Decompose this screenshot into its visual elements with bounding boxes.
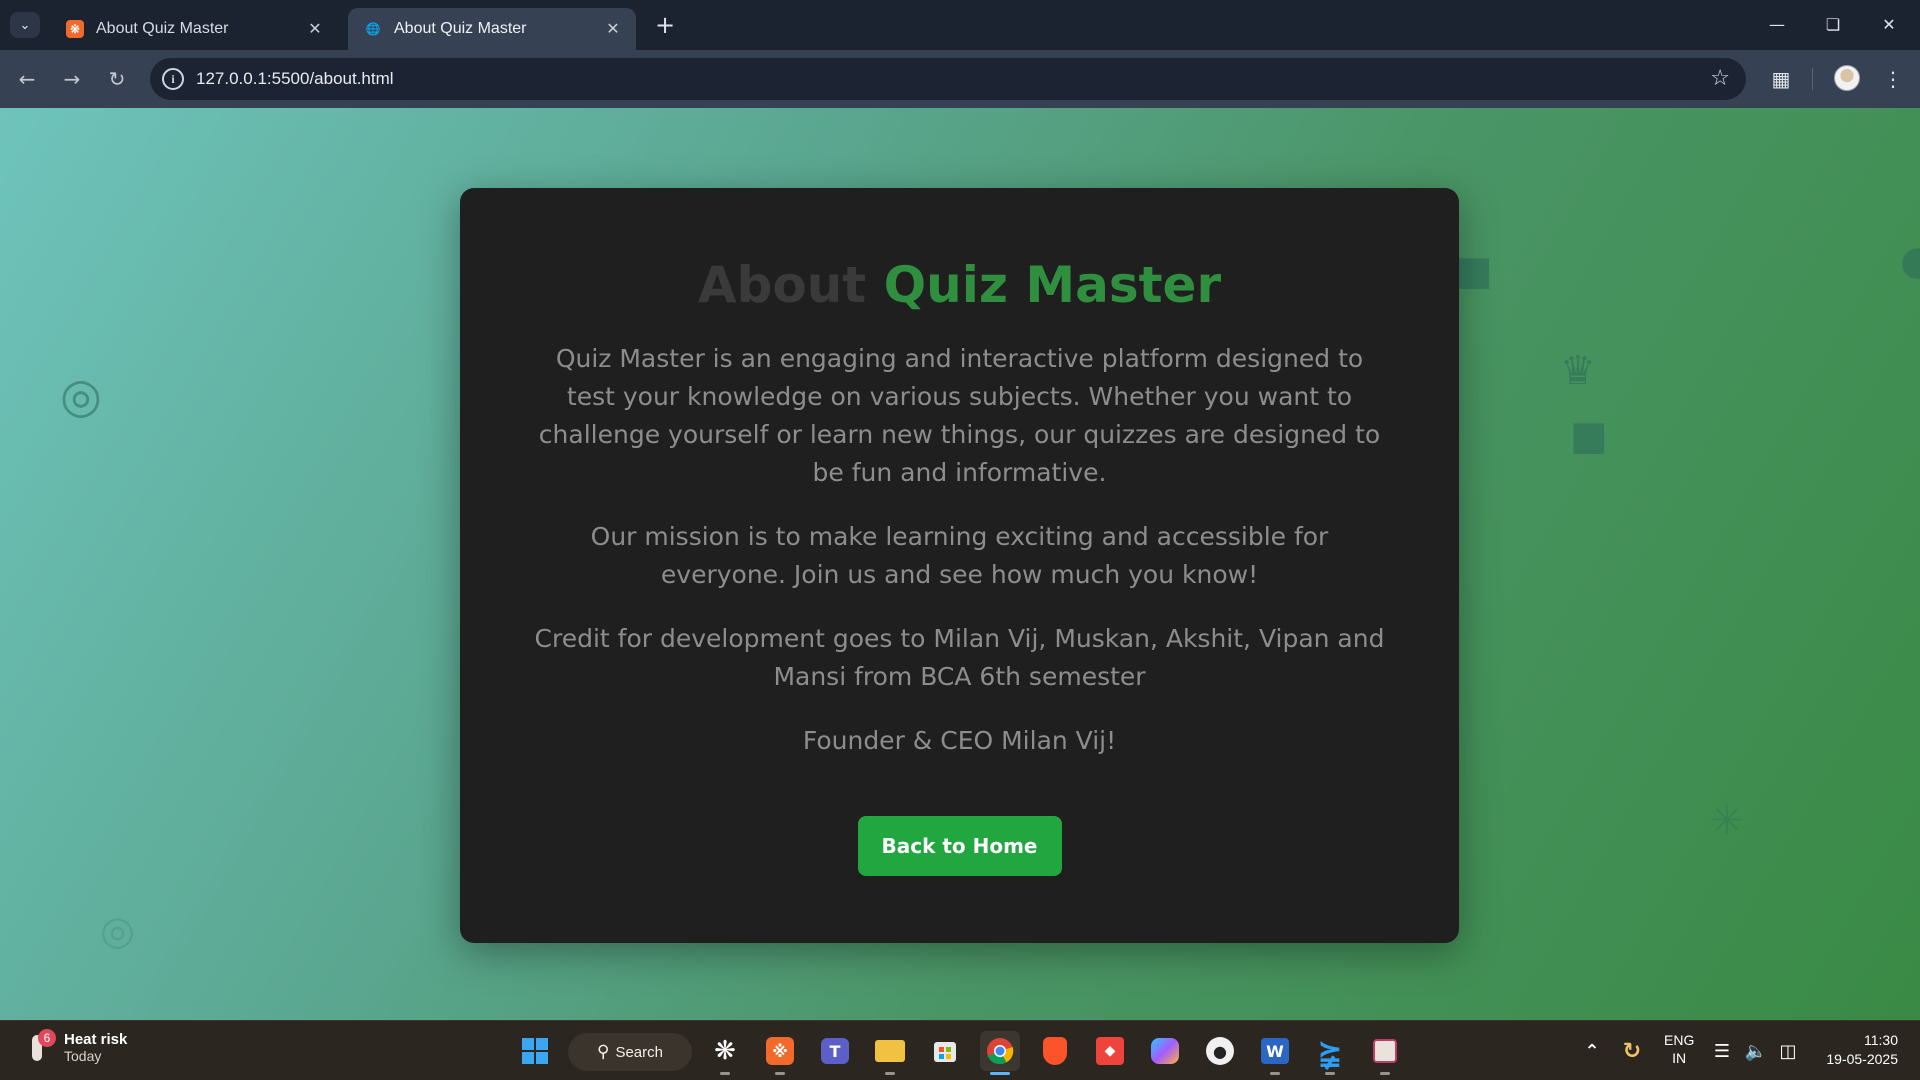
founder-paragraph: Founder & CEO Milan Vij! (802, 726, 1117, 755)
weather-widget[interactable]: 6 Heat risk Today (24, 1029, 127, 1065)
lang-line2: IN (1672, 1050, 1687, 1066)
back-arrow-icon[interactable]: ← (12, 64, 42, 94)
weather-subtitle: Today (64, 1047, 102, 1064)
page-background: ◎ ■ ♛ ■ ● ✳ ◎ About Quiz Master Quiz Mas… (0, 108, 1920, 1020)
forward-arrow-icon[interactable]: → (57, 64, 87, 94)
tab-title: About Quiz Master (394, 20, 527, 37)
party-popper-icon: ✳ (1710, 798, 1744, 844)
restore-icon[interactable]: ❏ (1810, 6, 1856, 42)
extensions-puzzle-icon[interactable]: ▦ (1766, 64, 1796, 94)
credits-paragraph: Credit for development goes to Milan Vij… (534, 624, 1385, 691)
speaker-muted-icon[interactable]: 🔈 (1740, 1031, 1772, 1071)
browser-toolbar: ← → ↻ i 127.0.0.1:5500/about.html ☆ ▦ (0, 50, 1920, 108)
mission-paragraph: Our mission is to make learning exciting… (590, 522, 1329, 589)
wifi-icon[interactable]: ☰ (1706, 1031, 1738, 1071)
chrome-icon[interactable] (980, 1031, 1020, 1075)
vscode-icon[interactable]: ⪶ (1310, 1031, 1350, 1075)
about-card: About Quiz Master Quiz Master is an enga… (460, 188, 1459, 943)
tab-search-chevron-down-icon[interactable]: ⌄ (10, 12, 40, 38)
minimize-icon[interactable]: — (1754, 6, 1800, 42)
lang-line1: ENG (1664, 1032, 1695, 1048)
github-icon[interactable]: ● (1200, 1031, 1240, 1071)
teams-icon[interactable]: T (815, 1031, 855, 1071)
books-icon: ■ (1570, 413, 1608, 459)
page-title: About Quiz Master (460, 256, 1459, 314)
battery-icon[interactable]: ◫ (1772, 1031, 1804, 1071)
target-icon: ◎ (100, 908, 135, 954)
toolbar-divider (1812, 68, 1813, 90)
browser-tab-1[interactable]: ※ About Quiz Master ✕ (50, 8, 338, 50)
globe-icon: 🌐 (365, 22, 381, 36)
target-icon: ◎ (60, 368, 102, 424)
taskbar-search-button[interactable]: ⚲ Search (568, 1033, 692, 1071)
new-tab-plus-icon[interactable]: + (650, 10, 680, 40)
copilot-icon[interactable] (1145, 1031, 1185, 1071)
windows-start-icon[interactable] (515, 1031, 555, 1071)
intro-paragraph: Quiz Master is an engaging and interacti… (538, 344, 1381, 487)
lightbulb-icon: ● (1900, 238, 1920, 284)
weather-title: Heat risk (64, 1030, 128, 1048)
clock-date: 19-05-2025 (1826, 1051, 1898, 1067)
input-language[interactable]: ENG IN (1664, 1031, 1694, 1067)
taskbar: 6 Heat risk Today ⚲ Search ❋ ※ T ◆ ● W ⪶… (0, 1020, 1920, 1080)
brave-icon[interactable] (1035, 1031, 1075, 1071)
microsoft-store-icon[interactable] (925, 1031, 965, 1071)
site-info-icon[interactable]: i (162, 68, 184, 90)
back-to-home-button[interactable]: Back to Home (857, 816, 1062, 876)
system-clock[interactable]: 11:30 19-05-2025 (1816, 1031, 1898, 1069)
word-icon[interactable]: W (1255, 1031, 1295, 1075)
window-close-icon[interactable]: ✕ (1866, 6, 1912, 42)
close-icon[interactable]: ✕ (304, 19, 326, 39)
close-icon[interactable]: ✕ (602, 19, 624, 39)
weather-badge: 6 (38, 1029, 56, 1047)
browser-tab-2[interactable]: 🌐 About Quiz Master ✕ (348, 8, 636, 50)
trophy-icon: ♛ (1560, 348, 1596, 394)
snipping-tool-icon[interactable] (1365, 1031, 1405, 1075)
url-text[interactable]: 127.0.0.1:5500/about.html (196, 69, 394, 89)
xampp-icon: ※ (66, 20, 84, 38)
search-icon: ⚲ (597, 1042, 610, 1061)
books-icon: ■ (1455, 248, 1493, 294)
chatgpt-icon[interactable]: ❋ (705, 1031, 745, 1075)
profile-avatar[interactable] (1834, 65, 1860, 91)
file-explorer-icon[interactable] (870, 1031, 910, 1075)
title-prefix: About (697, 256, 867, 314)
tab-title: About Quiz Master (96, 20, 229, 37)
browser-tab-bar: ⌄ ※ About Quiz Master ✕ 🌐 About Quiz Mas… (0, 0, 1920, 50)
anydesk-icon[interactable]: ◆ (1090, 1031, 1130, 1071)
bookmark-star-icon[interactable]: ☆ (1710, 66, 1730, 91)
menu-kebab-icon[interactable]: ⋮ (1878, 64, 1908, 94)
clock-time: 11:30 (1864, 1032, 1898, 1048)
sync-icon[interactable]: ↻ (1612, 1031, 1652, 1071)
chevron-up-icon[interactable]: ⌃ (1572, 1031, 1612, 1071)
xampp-icon[interactable]: ※ (760, 1031, 800, 1075)
thermometer-icon: 6 (24, 1029, 56, 1065)
search-label: Search (615, 1043, 663, 1061)
title-highlight: Quiz Master (883, 256, 1222, 314)
address-bar[interactable]: i 127.0.0.1:5500/about.html ☆ (150, 58, 1746, 100)
reload-icon[interactable]: ↻ (102, 64, 132, 94)
